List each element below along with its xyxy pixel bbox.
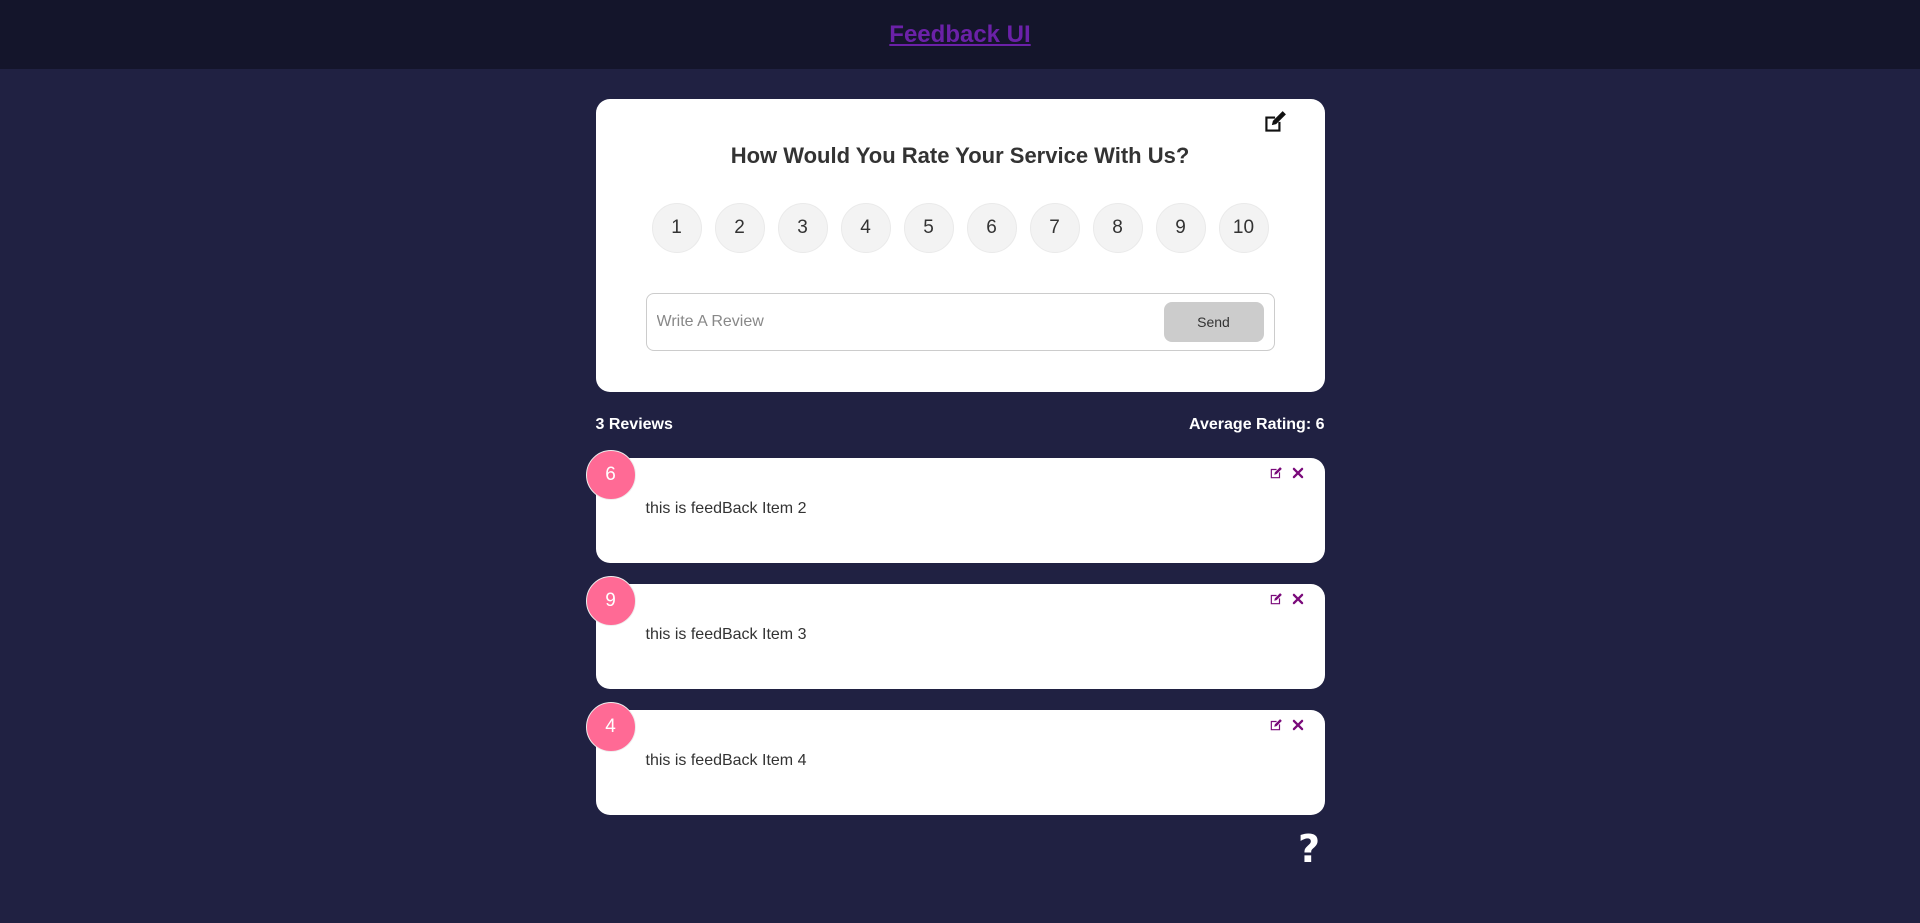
feedback-item: 6 this is feedBack Item 2 bbox=[585, 450, 1325, 563]
edit-icon[interactable] bbox=[1269, 718, 1283, 732]
close-icon[interactable] bbox=[1291, 592, 1305, 606]
rating-option-3[interactable]: 3 bbox=[777, 203, 828, 253]
feedback-actions bbox=[1269, 718, 1305, 732]
rating-option-1[interactable]: 1 bbox=[651, 203, 702, 253]
main-container: How Would You Rate Your Service With Us?… bbox=[585, 99, 1325, 815]
rating-badge: 6 bbox=[585, 450, 636, 500]
rating-option-8[interactable]: 8 bbox=[1092, 203, 1143, 253]
rating-option-4[interactable]: 4 bbox=[840, 203, 891, 253]
app-header: Feedback UI bbox=[0, 0, 1920, 69]
rating-badge: 4 bbox=[585, 702, 636, 752]
question-icon[interactable]: ? bbox=[1294, 827, 1324, 871]
feedback-item: 4 this is feedBack Item 4 bbox=[585, 702, 1325, 815]
edit-icon[interactable] bbox=[1269, 592, 1283, 606]
rating-option-9[interactable]: 9 bbox=[1155, 203, 1206, 253]
rating-option-5[interactable]: 5 bbox=[903, 203, 954, 253]
feedback-text: this is feedBack Item 4 bbox=[645, 752, 807, 769]
rating-option-2[interactable]: 2 bbox=[714, 203, 765, 253]
feedback-actions bbox=[1269, 592, 1305, 606]
rating-question: How Would You Rate Your Service With Us? bbox=[730, 143, 1190, 168]
reviews-count: 3 Reviews bbox=[595, 416, 673, 433]
feedback-text: this is feedBack Item 3 bbox=[645, 626, 807, 643]
rating-option-6[interactable]: 6 bbox=[966, 203, 1017, 253]
review-input-group: Send bbox=[645, 293, 1275, 351]
feedback-text: this is feedBack Item 2 bbox=[645, 500, 807, 517]
feedback-actions bbox=[1269, 466, 1305, 480]
rating-card: How Would You Rate Your Service With Us?… bbox=[595, 99, 1325, 392]
rating-option-10[interactable]: 10 bbox=[1218, 203, 1269, 253]
edit-icon[interactable] bbox=[1261, 110, 1287, 136]
rating-options: 1 2 3 4 5 6 7 8 9 10 bbox=[596, 203, 1325, 253]
rating-badge: 9 bbox=[585, 576, 636, 626]
review-input[interactable] bbox=[656, 313, 1164, 331]
average-rating: Average Rating: 6 bbox=[1189, 416, 1325, 433]
app-title-link[interactable]: Feedback UI bbox=[889, 21, 1030, 49]
close-icon[interactable] bbox=[1291, 718, 1305, 732]
close-icon[interactable] bbox=[1291, 466, 1305, 480]
feedback-item: 9 this is feedBack Item 3 bbox=[585, 576, 1325, 689]
rating-option-7[interactable]: 7 bbox=[1029, 203, 1080, 253]
send-button[interactable]: Send bbox=[1163, 302, 1264, 342]
edit-icon[interactable] bbox=[1269, 466, 1283, 480]
feedback-stats: 3 Reviews Average Rating: 6 bbox=[596, 416, 1325, 434]
